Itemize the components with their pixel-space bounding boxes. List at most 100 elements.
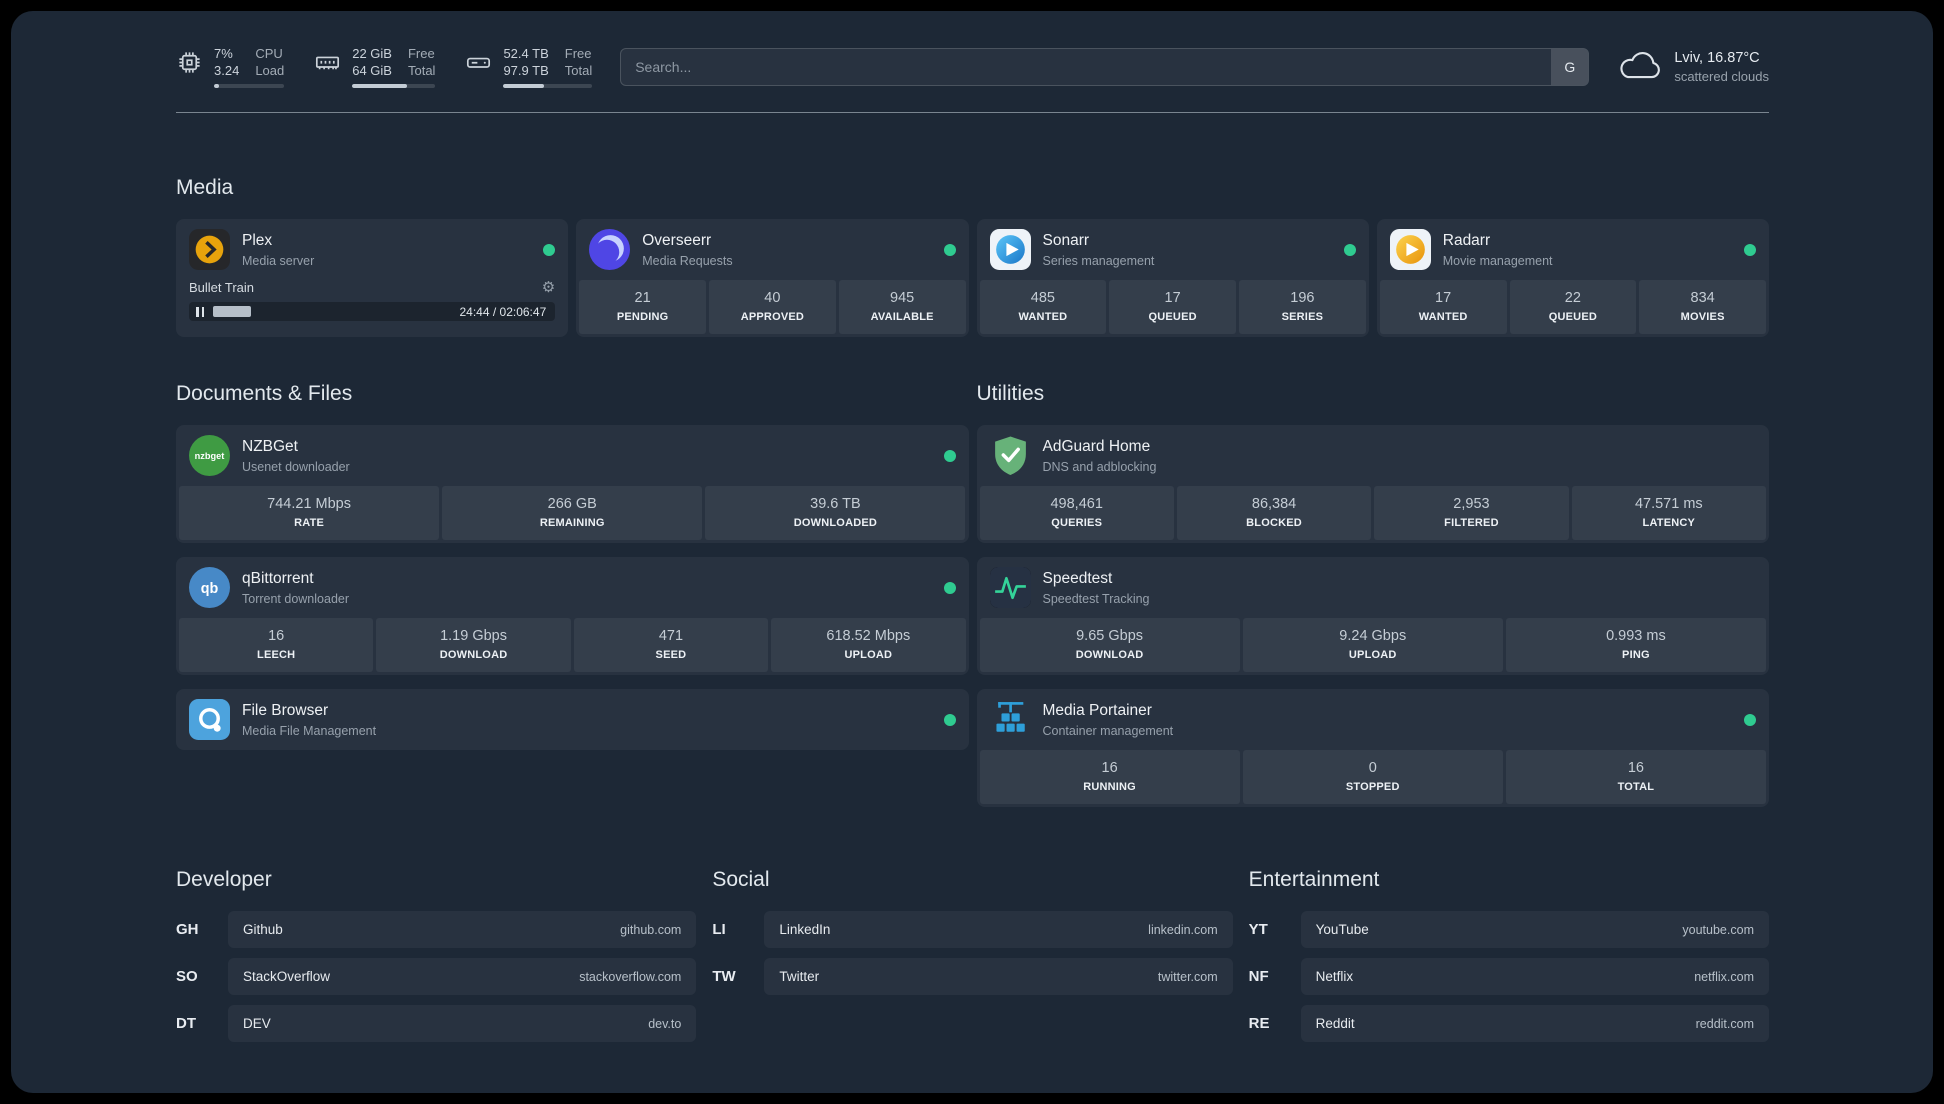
service-meta: Sonarr Series management bbox=[1043, 231, 1155, 269]
service-name: qBittorrent bbox=[242, 569, 314, 587]
stat-download: 1.19 Gbps DOWNLOAD bbox=[376, 618, 571, 672]
bookmark-group-developer: Developer GH Github github.com SO StackO… bbox=[176, 865, 697, 1052]
section-title-entertainment: Entertainment bbox=[1248, 868, 1380, 891]
dashboard-screen: 7% CPU 3.24 Load 22 GiB Free 64 GiB Tota… bbox=[11, 11, 1933, 1093]
service-card-filebrowser: File Browser Media File Management bbox=[176, 689, 969, 750]
service-name: Plex bbox=[242, 231, 273, 249]
disk-widget: 52.4 TB Free 97.9 TB Total bbox=[465, 45, 593, 88]
overseerr-icon bbox=[589, 229, 631, 270]
service-meta: Overseerr Media Requests bbox=[642, 231, 732, 269]
search-bar: G bbox=[620, 47, 1590, 86]
stat-queued: 22 QUEUED bbox=[1509, 280, 1637, 334]
service-name: NZBGet bbox=[242, 437, 298, 455]
service-link-nzbget[interactable]: nzbget NZBGet Usenet downloader bbox=[176, 425, 969, 486]
stat-downloaded: 39.6 TB DOWNLOADED bbox=[705, 486, 966, 540]
service-description: Speedtest Tracking bbox=[1042, 591, 1150, 606]
bookmark-link-dev[interactable]: DEV dev.to bbox=[228, 1005, 697, 1042]
cpu-label: CPU bbox=[255, 46, 283, 61]
disk-total-value: 97.9 TB bbox=[503, 63, 549, 78]
lower-columns: Documents & Files nzbget NZBGet Usenet d… bbox=[176, 379, 1769, 807]
stat-queued: 17 QUEUED bbox=[1109, 280, 1236, 334]
stat-running: 16 RUNNING bbox=[979, 750, 1240, 804]
media-cards-row: Plex Media server Bullet Train ⚙ 24:44 /… bbox=[176, 219, 1769, 337]
search-input[interactable] bbox=[620, 47, 1590, 86]
stat-leech: 16 LEECH bbox=[179, 618, 374, 672]
bookmark-abbr: GH bbox=[176, 921, 199, 938]
pause-button[interactable] bbox=[194, 305, 206, 319]
status-indicator bbox=[543, 243, 556, 256]
service-link-sonarr[interactable]: Sonarr Series management bbox=[977, 219, 1369, 280]
service-card-qbittorrent: qb qBittorrent Torrent downloader 16 LEE… bbox=[176, 557, 969, 675]
memory-total-label: Total bbox=[407, 63, 436, 78]
service-link-portainer[interactable]: Media Portainer Container management bbox=[977, 689, 1770, 750]
section-media: Media Plex Media server Bullet Train ⚙ 2… bbox=[176, 173, 1769, 337]
service-link-speedtest[interactable]: Speedtest Speedtest Tracking bbox=[977, 557, 1770, 618]
service-meta: qBittorrent Torrent downloader bbox=[242, 569, 349, 607]
stat-total: 16 TOTAL bbox=[1505, 750, 1766, 804]
memory-free-value: 22 GiB bbox=[352, 46, 392, 61]
bookmark-link-twitter[interactable]: Twitter twitter.com bbox=[764, 958, 1233, 995]
stat-rate: 744.21 Mbps RATE bbox=[179, 486, 440, 540]
nzbget-icon: nzbget bbox=[189, 435, 230, 476]
service-stats: 498,461 QUERIES 86,384 BLOCKED 2,953 FIL… bbox=[977, 486, 1770, 543]
section-title-media: Media bbox=[176, 176, 234, 199]
bookmark-link-github[interactable]: Github github.com bbox=[228, 911, 697, 948]
service-description: Container management bbox=[1042, 723, 1174, 738]
service-description: Media File Management bbox=[242, 723, 377, 738]
search-provider-button[interactable]: G bbox=[1551, 48, 1589, 85]
playback-progress-fill bbox=[213, 306, 252, 317]
memory-total-value: 64 GiB bbox=[352, 63, 392, 78]
resource-widgets: 7% CPU 3.24 Load 22 GiB Free 64 GiB Tota… bbox=[176, 45, 593, 88]
service-meta: NZBGet Usenet downloader bbox=[242, 437, 350, 475]
service-link-radarr[interactable]: Radarr Movie management bbox=[1377, 219, 1769, 280]
speedtest-icon bbox=[989, 567, 1031, 608]
service-link-filebrowser[interactable]: File Browser Media File Management bbox=[176, 689, 969, 750]
bookmark-link-linkedin[interactable]: LinkedIn linkedin.com bbox=[764, 911, 1233, 948]
service-description: Torrent downloader bbox=[242, 591, 350, 606]
weather-text: Lviv, 16.87°C scattered clouds bbox=[1674, 49, 1769, 85]
bookmark-stackoverflow: SO StackOverflow stackoverflow.com bbox=[176, 958, 697, 995]
service-stats: 21 PENDING 40 APPROVED 945 AVAILABLE bbox=[576, 280, 968, 337]
service-description: Movie management bbox=[1442, 253, 1553, 268]
cpu-icon bbox=[176, 49, 203, 76]
gear-icon[interactable]: ⚙ bbox=[542, 280, 555, 295]
service-name: Media Portainer bbox=[1042, 701, 1152, 719]
service-stats: 16 RUNNING 0 STOPPED 16 TOTAL bbox=[977, 750, 1770, 807]
service-link-adguard[interactable]: AdGuard Home DNS and adblocking bbox=[977, 425, 1770, 486]
service-stats: 9.65 Gbps DOWNLOAD 9.24 Gbps UPLOAD 0.99… bbox=[977, 618, 1770, 675]
cpu-percent: 7% bbox=[214, 46, 233, 61]
service-link-plex[interactable]: Plex Media server bbox=[176, 219, 568, 280]
bookmark-link-netflix[interactable]: Netflix netflix.com bbox=[1300, 958, 1769, 995]
service-description: Usenet downloader bbox=[242, 459, 350, 474]
status-indicator bbox=[943, 243, 956, 256]
bookmark-twitter: TW Twitter twitter.com bbox=[712, 958, 1233, 995]
playback-time: 24:44 / 02:06:47 bbox=[459, 304, 547, 319]
stat-ping: 0.993 ms PING bbox=[1505, 618, 1766, 672]
cpu-load-label: Load bbox=[255, 63, 285, 78]
section-title-social: Social bbox=[712, 868, 770, 891]
service-link-qbittorrent[interactable]: qb qBittorrent Torrent downloader bbox=[176, 557, 969, 618]
status-indicator bbox=[1343, 243, 1356, 256]
status-indicator bbox=[943, 581, 956, 594]
cpu-widget: 7% CPU 3.24 Load bbox=[176, 45, 285, 88]
bookmark-link-stackoverflow[interactable]: StackOverflow stackoverflow.com bbox=[228, 958, 697, 995]
disk-free-label: Free bbox=[564, 46, 592, 61]
service-meta: File Browser Media File Management bbox=[242, 701, 376, 739]
bookmark-link-reddit[interactable]: Reddit reddit.com bbox=[1300, 1005, 1769, 1042]
bookmark-abbr: YT bbox=[1248, 921, 1268, 938]
memory-progress-bar bbox=[352, 84, 436, 88]
service-meta: AdGuard Home DNS and adblocking bbox=[1043, 437, 1157, 475]
service-link-overseerr[interactable]: Overseerr Media Requests bbox=[576, 219, 968, 280]
weather-condition: scattered clouds bbox=[1674, 68, 1769, 84]
radarr-icon bbox=[1389, 229, 1431, 270]
memory-widget: 22 GiB Free 64 GiB Total bbox=[314, 45, 436, 88]
svg-text:qb: qb bbox=[201, 581, 219, 597]
service-meta: Speedtest Speedtest Tracking bbox=[1043, 569, 1150, 607]
stat-series: 196 SERIES bbox=[1239, 280, 1366, 334]
bookmarks: Developer GH Github github.com SO StackO… bbox=[176, 865, 1769, 1052]
bookmark-link-youtube[interactable]: YouTube youtube.com bbox=[1300, 911, 1769, 948]
service-card-radarr: Radarr Movie management 17 WANTED 22 QUE… bbox=[1376, 219, 1769, 337]
status-indicator bbox=[1744, 243, 1756, 256]
stat-queries: 498,461 QUERIES bbox=[979, 486, 1174, 540]
service-card-overseerr: Overseerr Media Requests 21 PENDING 40 A… bbox=[576, 219, 969, 337]
